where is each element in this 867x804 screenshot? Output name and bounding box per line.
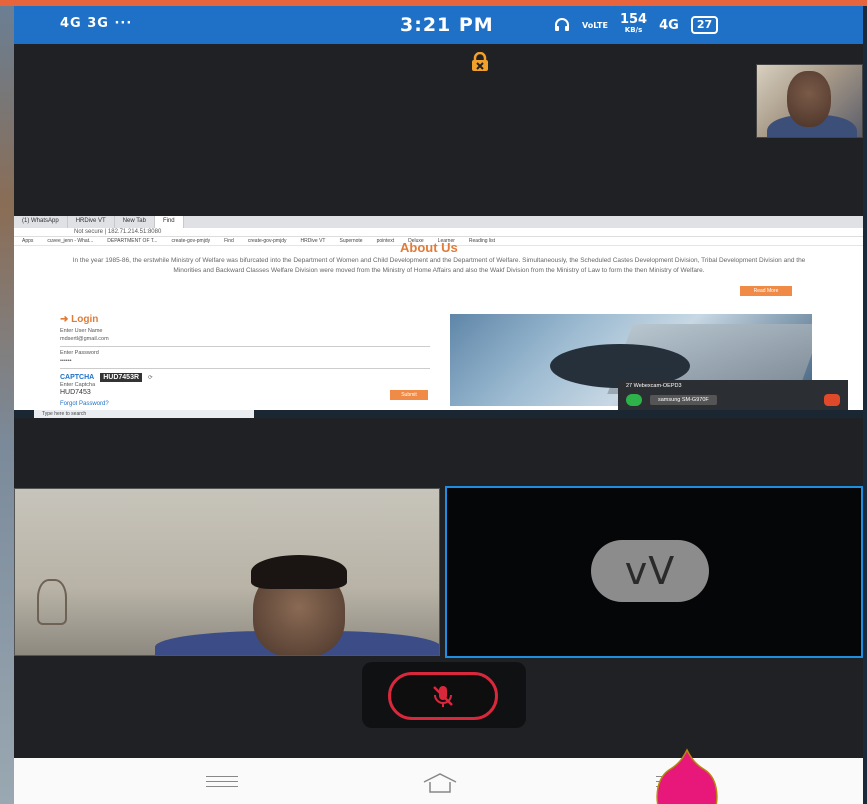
- username-field: mdsertl@gmail.com: [60, 336, 430, 347]
- recent-apps-icon[interactable]: [206, 776, 238, 788]
- password-label: Enter Password: [60, 350, 99, 356]
- volte-label: VoLTE: [582, 20, 608, 30]
- phone-screen: 4G 3G ··· 3:21 PM VoLTE 154 KB/s 4G 27 (…: [14, 6, 863, 804]
- browser-tab-active: Find: [154, 216, 184, 228]
- touch-marker-icon: [656, 748, 718, 804]
- status-bar: 4G 3G ··· 3:21 PM VoLTE 154 KB/s 4G 27: [14, 6, 863, 44]
- participant-avatar: vV: [591, 540, 709, 602]
- bookmark-item: DEPARTMENT OF T...: [107, 238, 158, 244]
- taskbar-search-box: Type here to search: [34, 410, 254, 418]
- captcha-label: CAPTCHA: [60, 374, 95, 381]
- login-title-text: Login: [71, 314, 99, 325]
- about-us-heading: About Us: [400, 240, 458, 255]
- headphones-icon: [555, 18, 569, 31]
- answer-icon: [626, 394, 642, 406]
- background-edge: [0, 6, 14, 804]
- decline-icon: [824, 394, 840, 406]
- wall-hanging-shape: [37, 579, 67, 625]
- read-more-button: Read More: [740, 286, 792, 296]
- browser-tab: (1) WhatsApp: [14, 216, 68, 228]
- submit-button: Submit: [390, 390, 428, 400]
- microphone-muted-icon: [433, 686, 453, 707]
- mute-button[interactable]: [388, 672, 498, 720]
- browser-tab: New Tab: [115, 216, 155, 228]
- captcha-row: CAPTCHA HUD7453R ⟳: [60, 373, 430, 382]
- background-edge-right: [863, 6, 867, 804]
- bookmark-item: create-gov-pmjdy: [171, 238, 211, 244]
- password-field: ••••••: [60, 358, 430, 369]
- bookmark-item: create-gov-pmjdy: [247, 238, 287, 244]
- bookmark-item: pointext: [376, 238, 395, 244]
- android-nav-bar: [14, 758, 863, 804]
- bookmark-item: HRDive VT: [300, 238, 326, 244]
- net-speed-number: 154: [619, 12, 648, 27]
- about-us-text: In the year 1985-86, the erstwhile Minis…: [72, 257, 806, 274]
- login-form: ➜ Login Enter User Name mdsertl@gmail.co…: [60, 314, 430, 407]
- forgot-password-link: Forgot Password?: [60, 401, 109, 407]
- browser-tab: HRDive VT: [68, 216, 115, 228]
- participant-avatar-tile[interactable]: vV: [445, 486, 863, 658]
- bookmark-item: Supernote: [339, 238, 363, 244]
- refresh-icon: ⟳: [148, 374, 153, 381]
- network-type: 4G: [659, 17, 679, 33]
- call-control-bar: [362, 662, 526, 728]
- status-time: 3:21 PM: [400, 14, 494, 36]
- signal-indicators: 4G 3G ···: [60, 16, 133, 31]
- shared-screen[interactable]: (1) WhatsApp HRDive VT New Tab Find Not …: [14, 216, 863, 418]
- bookmark-item: Find: [224, 238, 234, 244]
- browser-tab-strip: (1) WhatsApp HRDive VT New Tab Find: [14, 216, 863, 228]
- login-heading: ➜ Login: [60, 314, 430, 325]
- bookmark-item: Apps: [22, 238, 34, 244]
- webex-popup-title: 27 Webexcam-OEPD3: [626, 383, 682, 389]
- self-view-video[interactable]: [756, 64, 863, 138]
- browser-address-bar: Not secure | 182.71.214.51:8080: [14, 228, 863, 237]
- status-right-group: VoLTE 154 KB/s 4G 27: [554, 12, 719, 35]
- participant-hair: [251, 555, 347, 589]
- username-label: Enter User Name: [60, 328, 103, 334]
- bookmark-item: Reading list: [468, 238, 496, 244]
- self-view-person-face: [787, 71, 831, 127]
- battery-indicator: 27: [690, 16, 719, 34]
- participant-video-tile[interactable]: [14, 488, 440, 656]
- bookmark-item: cuvee_jenn - What...: [47, 238, 94, 244]
- net-speed-unit: KB/s: [624, 26, 643, 34]
- windows-taskbar: Type here to search: [14, 410, 863, 418]
- lock-icon[interactable]: [470, 52, 490, 72]
- net-speed-value: 154 KB/s: [619, 12, 648, 35]
- login-arrow-icon: ➜: [60, 314, 72, 325]
- captcha-input: HUD7453: [60, 389, 91, 396]
- webex-popup-controls: samsung SM-G970F: [618, 392, 848, 408]
- webex-device-name: samsung SM-G970F: [650, 395, 717, 405]
- captcha-input-label: Enter Captcha: [60, 382, 96, 388]
- captcha-image: HUD7453R: [100, 373, 143, 382]
- home-icon[interactable]: [420, 768, 460, 796]
